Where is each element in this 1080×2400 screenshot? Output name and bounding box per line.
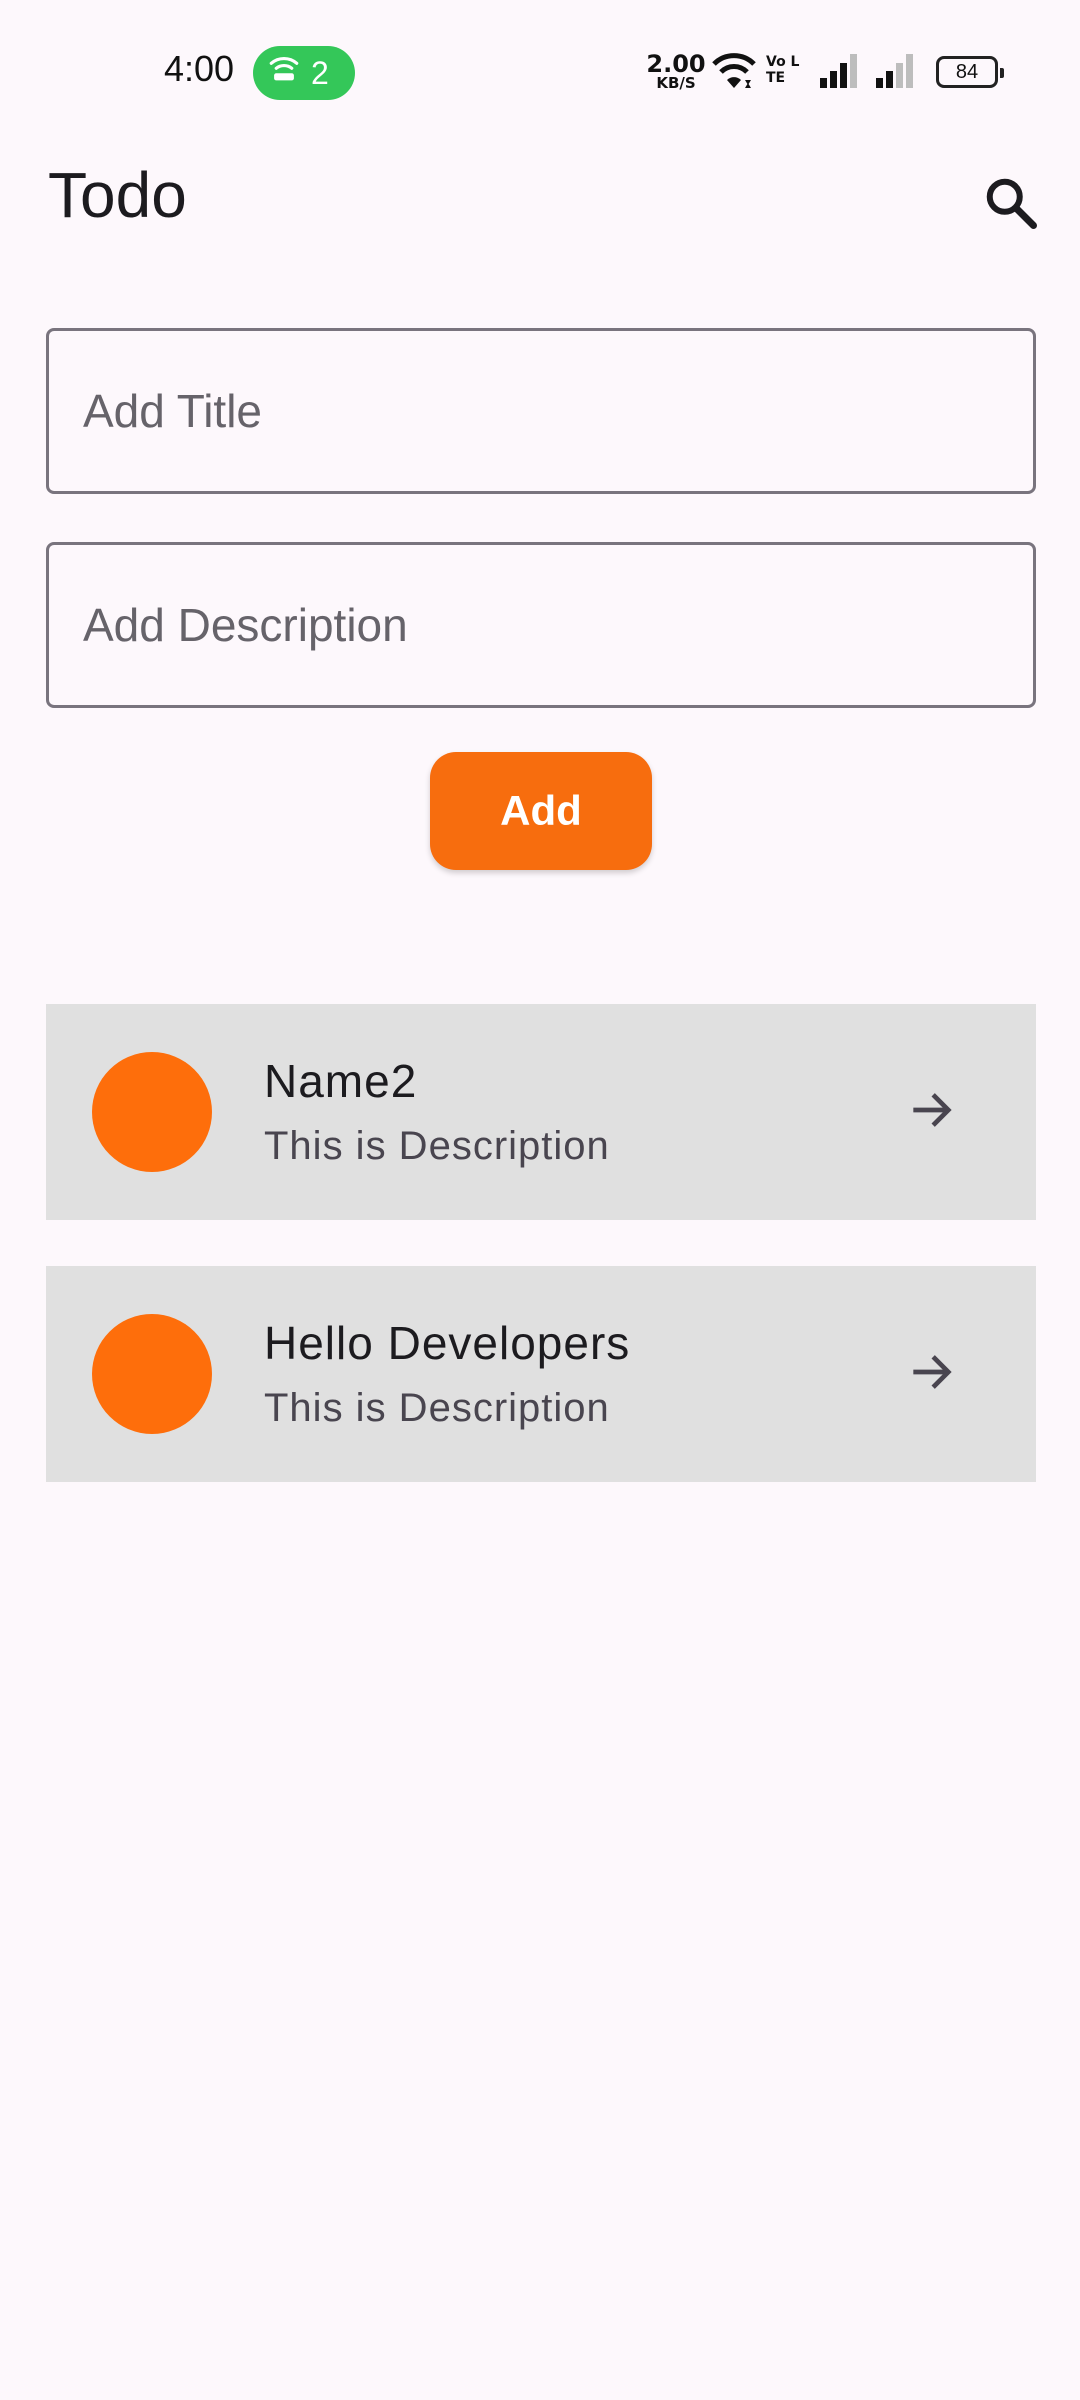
- description-input[interactable]: [46, 542, 1036, 708]
- open-todo-button[interactable]: [892, 1334, 972, 1414]
- open-todo-button[interactable]: [892, 1072, 972, 1152]
- net-speed-unit: KB/S: [656, 74, 696, 92]
- search-button[interactable]: [966, 160, 1056, 250]
- status-time: 4:00: [164, 48, 235, 89]
- todo-description: This is Description: [264, 1386, 610, 1430]
- search-icon: [981, 173, 1041, 238]
- signal-icon: [874, 52, 918, 95]
- arrow-forward-icon: [904, 1344, 960, 1405]
- page-title: Todo: [48, 159, 187, 231]
- battery-level: 84: [955, 60, 979, 83]
- status-bar: 4:00 2 2.00 KB/S Vo LTE 84: [0, 0, 1080, 130]
- todo-list: Name2 This is Description Hello Develope…: [46, 1004, 1036, 1528]
- todo-title: Hello Developers: [264, 1317, 631, 1369]
- signal-icon: [818, 52, 862, 95]
- avatar: [92, 1052, 212, 1172]
- arrow-forward-icon: [904, 1082, 960, 1143]
- net-speed-value: 2.00: [646, 50, 706, 78]
- volte-icon: Vo LTE: [766, 54, 800, 86]
- hotspot-icon: [267, 52, 301, 94]
- network-speed: 2.00 KB/S: [646, 52, 706, 91]
- wifi-icon: [712, 52, 756, 97]
- todo-title: Name2: [264, 1055, 418, 1107]
- hotspot-indicator[interactable]: 2: [253, 46, 355, 100]
- hotspot-count: 2: [311, 54, 329, 91]
- list-item[interactable]: Name2 This is Description: [46, 1004, 1036, 1220]
- list-item[interactable]: Hello Developers This is Description: [46, 1266, 1036, 1482]
- add-button[interactable]: Add: [430, 752, 652, 870]
- avatar: [92, 1314, 212, 1434]
- todo-screen: 4:00 2 2.00 KB/S Vo LTE 84 Todo Add Titl…: [0, 0, 1080, 2400]
- battery-icon: 84: [936, 56, 1004, 88]
- todo-description: This is Description: [264, 1124, 610, 1168]
- title-input[interactable]: [46, 328, 1036, 494]
